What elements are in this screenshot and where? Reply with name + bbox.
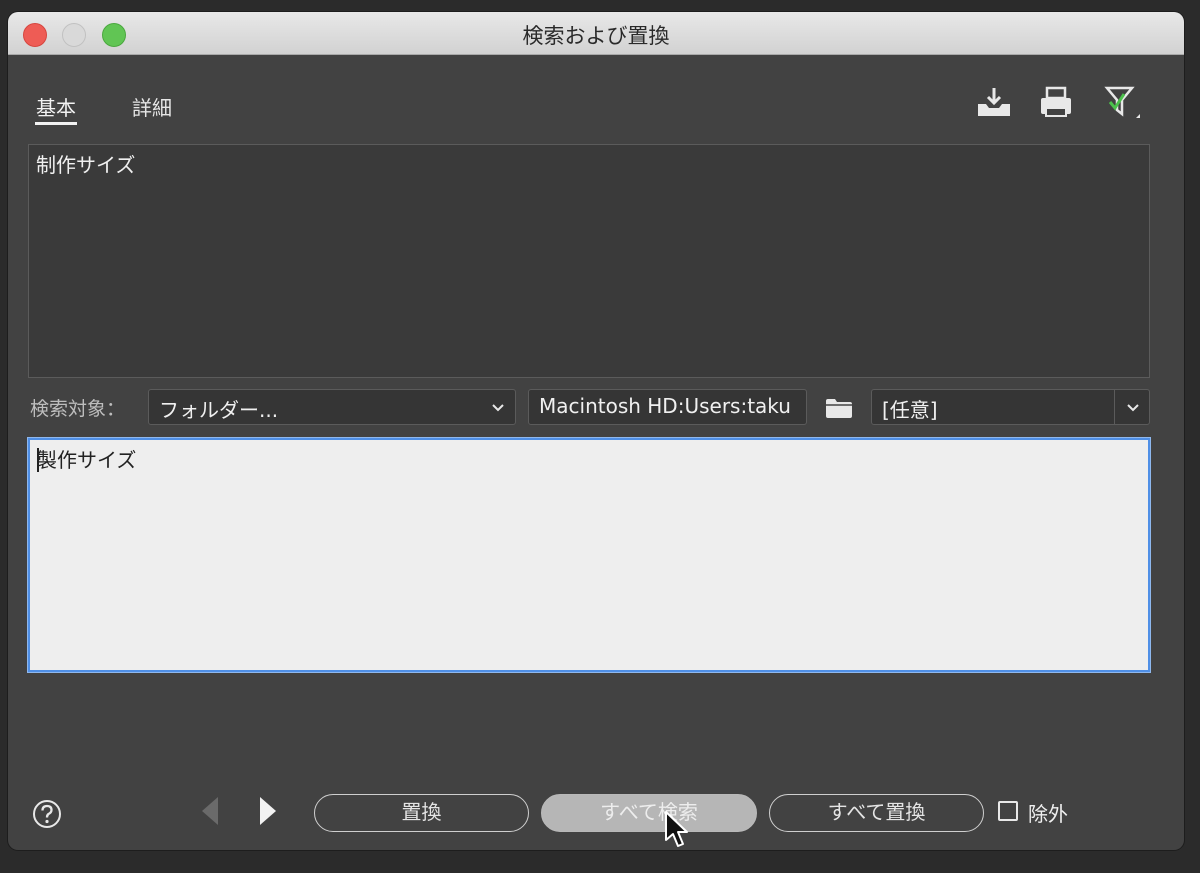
search-target-dropdown[interactable]: フォルダー...	[148, 389, 516, 425]
exclude-checkbox[interactable]	[998, 801, 1018, 821]
replace-button[interactable]: 置換	[314, 794, 529, 832]
search-target-value: フォルダー...	[159, 398, 279, 422]
chevron-down-icon	[1127, 404, 1139, 412]
window-title: 検索および置換	[522, 24, 670, 48]
find-replace-dialog: 検索および置換 基本 詳細 制作サイズ 検索対象： フォルダー... Macin…	[8, 12, 1184, 850]
save-query-icon[interactable]	[974, 82, 1014, 122]
help-icon[interactable]	[32, 799, 62, 829]
dropdown-divider	[1114, 390, 1115, 424]
replace-input[interactable]: 製作サイズ	[28, 438, 1150, 672]
exclude-label: 除外	[1028, 802, 1068, 826]
print-icon[interactable]	[1036, 82, 1076, 122]
next-arrow-icon[interactable]	[258, 795, 278, 827]
previous-arrow-icon[interactable]	[200, 795, 220, 827]
title-bar[interactable]: 検索および置換	[8, 12, 1184, 55]
tab-basic[interactable]: 基本	[35, 92, 77, 125]
search-scope-label: 検索対象：	[30, 398, 126, 420]
folder-icon[interactable]	[825, 397, 853, 419]
find-input[interactable]: 制作サイズ	[28, 144, 1150, 378]
mouse-cursor-icon	[665, 811, 688, 847]
file-type-dropdown[interactable]: [任意]	[871, 389, 1150, 425]
chevron-down-icon	[492, 404, 504, 412]
folder-path-field[interactable]: Macintosh HD:Users:taku	[528, 389, 807, 425]
replace-input-text: 製作サイズ	[37, 448, 137, 472]
replace-all-button[interactable]: すべて置換	[769, 794, 984, 832]
filter-icon[interactable]	[1102, 82, 1142, 122]
find-all-button[interactable]: すべて検索	[541, 794, 757, 832]
file-type-value: [任意]	[882, 398, 938, 422]
tab-detail[interactable]: 詳細	[132, 92, 172, 121]
